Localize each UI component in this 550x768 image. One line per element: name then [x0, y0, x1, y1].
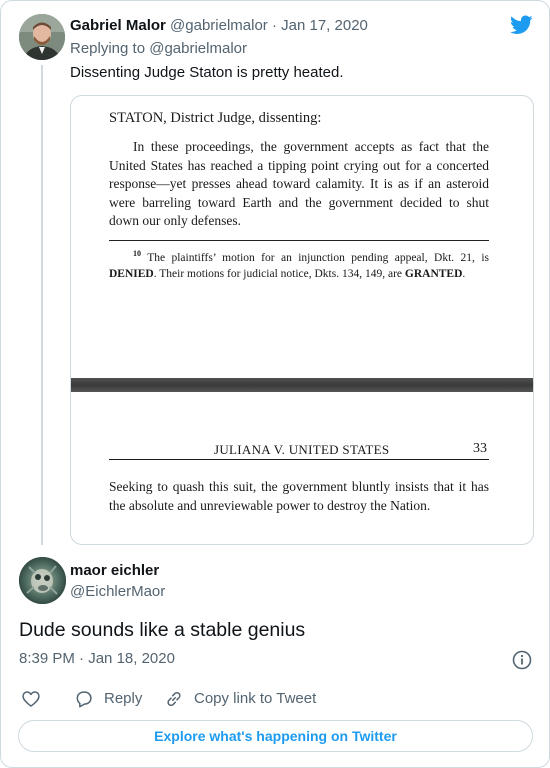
page-number: 33 — [473, 441, 487, 456]
twitter-bird-icon[interactable] — [510, 15, 533, 35]
tweet-text: Dissenting Judge Staton is pretty heated… — [70, 64, 344, 81]
reply-timestamp[interactable]: 8:39 PM · Jan 18, 2020 — [19, 649, 175, 669]
reply-time[interactable]: 8:39 PM — [19, 650, 75, 667]
reply-header: maor eichler — [70, 561, 159, 581]
separator-dot: · — [271, 17, 277, 34]
footnote-denied: DENIED — [109, 267, 154, 280]
author-handle[interactable]: @gabrielmalor — [170, 17, 268, 34]
copy-link-label: Copy link to Tweet — [194, 690, 317, 707]
doc-paragraph: In these proceedings, the government acc… — [109, 139, 489, 228]
reply-button[interactable]: Reply — [74, 689, 142, 709]
replying-to: Replying to @gabrielmalor — [70, 39, 247, 59]
avatar-maor-eichler[interactable] — [19, 557, 66, 604]
doc-footnote: 10 The plaintiffs’ motion for an injunct… — [109, 246, 489, 282]
like-button[interactable] — [21, 689, 41, 709]
doc-heading: STATON, District Judge, dissenting: — [109, 110, 322, 126]
footnote-granted: GRANTED — [404, 267, 463, 280]
reply-text: Dude sounds like a stable genius — [19, 619, 306, 641]
page-break-band — [71, 378, 533, 392]
tweet-header: Gabriel Malor @gabrielmalor · Jan 17, 20… — [70, 16, 368, 36]
reply-author-name[interactable]: maor eichler — [70, 562, 159, 579]
reply-date[interactable]: Jan 18, 2020 — [88, 650, 175, 667]
case-title: JULIANA V. UNITED STATES — [214, 442, 390, 457]
footnote-number: 10 — [133, 249, 141, 258]
footnote-text-1: The plaintiffs’ motion for an injunction… — [147, 251, 489, 264]
replying-prefix: Replying to — [70, 40, 146, 57]
footnote-rule — [109, 240, 489, 241]
reply-button-label: Reply — [104, 690, 143, 707]
info-icon[interactable] — [512, 650, 532, 670]
link-icon — [167, 691, 181, 707]
reply-author-handle[interactable]: @EichlerMaor — [70, 582, 165, 602]
replying-to-handle[interactable]: @gabrielmalor — [149, 40, 247, 57]
author-name[interactable]: Gabriel Malor — [70, 17, 166, 34]
explore-twitter-button[interactable]: Explore what's happening on Twitter — [18, 720, 533, 752]
footnote-end: . — [462, 267, 466, 280]
speech-bubble-icon — [76, 691, 92, 708]
page-header: JULIANA V. UNITED STATES 33 — [109, 438, 489, 460]
doc-paragraph-2: Seeking to quash this suit, the governme… — [109, 479, 489, 513]
copy-link-button[interactable]: Copy link to Tweet — [164, 689, 316, 709]
tweet-date[interactable]: Jan 17, 2020 — [281, 17, 368, 34]
separator-dot: · — [79, 650, 85, 667]
thread-line — [41, 65, 43, 545]
tweet-media-image[interactable]: STATON, District Judge, dissenting: In t… — [70, 95, 534, 545]
avatar-gabriel-malor[interactable] — [19, 14, 65, 60]
tweet-embed-card: Gabriel Malor @gabrielmalor · Jan 17, 20… — [0, 0, 550, 768]
heart-icon — [22, 691, 40, 707]
footnote-text-2: . Their motions for judicial notice, Dkt… — [153, 267, 403, 280]
